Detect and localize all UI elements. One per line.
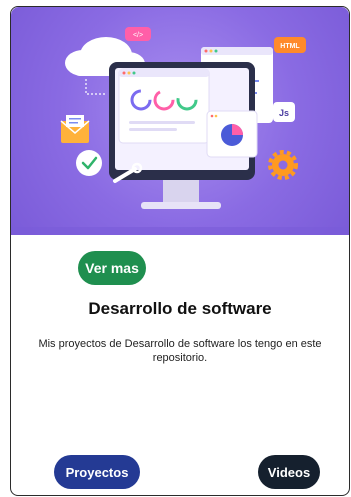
hero-illustration: </> HTML Js	[11, 7, 349, 235]
envelope-icon	[60, 115, 90, 143]
js-badge: Js	[273, 102, 295, 122]
html-badge: HTML	[274, 37, 306, 53]
videos-button[interactable]: Videos	[258, 455, 320, 489]
proyectos-button[interactable]: Proyectos	[54, 455, 140, 489]
js-badge-text: Js	[279, 108, 289, 118]
software-development-illustration-icon: </> HTML Js	[11, 27, 349, 235]
progress-window-icon	[118, 68, 210, 144]
check-circle-icon	[76, 150, 102, 176]
pie-chart-window-icon	[206, 110, 258, 158]
code-tag-text: </>	[133, 32, 143, 39]
project-card: </> HTML Js Ver mas Desarrollo de softwa…	[10, 6, 350, 496]
gear-icon	[268, 150, 298, 180]
code-tag-badge: </>	[125, 27, 151, 41]
html-badge-text: HTML	[280, 43, 300, 50]
ver-mas-button[interactable]: Ver mas	[78, 251, 146, 285]
card-description: Mis proyectos de Desarrollo de software …	[38, 338, 322, 364]
card-title: Desarrollo de software	[88, 299, 272, 318]
